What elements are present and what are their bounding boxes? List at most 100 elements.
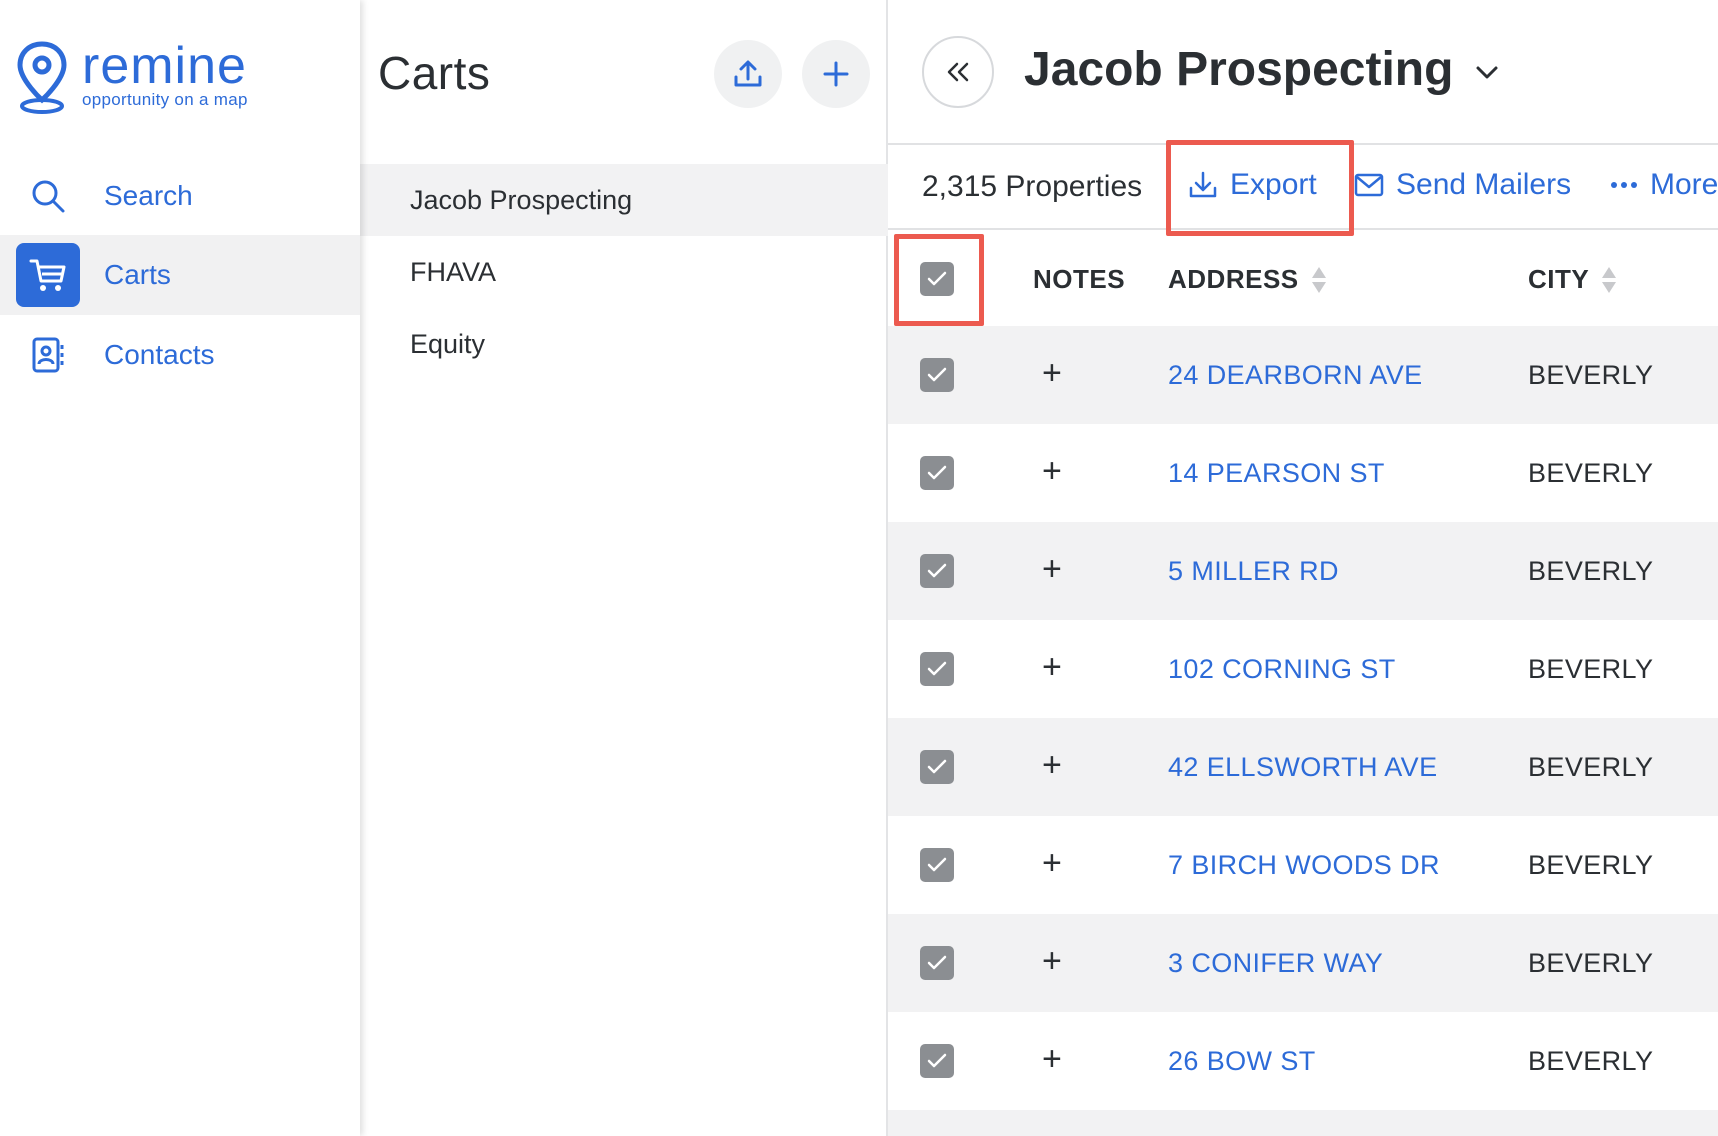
table-row[interactable]: + 7 BIRCH WOODS DR BEVERLY bbox=[888, 816, 1718, 914]
cart-item-equity[interactable]: Equity bbox=[360, 308, 888, 380]
row-checkbox[interactable] bbox=[920, 456, 954, 490]
page-title: Jacob Prospecting bbox=[1024, 43, 1454, 96]
address-link[interactable]: 3 CONIFER WAY bbox=[1168, 948, 1383, 979]
city-cell: BEVERLY bbox=[1528, 752, 1654, 782]
checkmark-icon bbox=[927, 367, 947, 382]
row-checkbox[interactable] bbox=[920, 554, 954, 588]
address-link[interactable]: 102 CORNING ST bbox=[1168, 654, 1396, 685]
add-note-button[interactable]: + bbox=[1042, 650, 1062, 684]
add-note-button[interactable]: + bbox=[1042, 944, 1062, 978]
nav-item-search[interactable]: Search bbox=[0, 156, 360, 236]
sort-icon bbox=[1311, 266, 1326, 293]
brand-name: remine bbox=[82, 37, 247, 95]
nav-item-contacts[interactable]: Contacts bbox=[0, 315, 360, 395]
city-cell: BEVERLY bbox=[1528, 360, 1654, 390]
add-note-button[interactable]: + bbox=[1042, 356, 1062, 390]
table-row[interactable]: + 3 CONIFER WAY BEVERLY bbox=[888, 914, 1718, 1012]
table-header: NOTES ADDRESS CITY bbox=[888, 230, 1718, 326]
cart-icon bbox=[16, 243, 80, 307]
address-link[interactable]: 5 MILLER RD bbox=[1168, 556, 1339, 587]
address-link[interactable]: 14 PEARSON ST bbox=[1168, 458, 1385, 489]
sidebar-nav: remine opportunity on a map Search Carts… bbox=[0, 0, 360, 1136]
map-pin-logo-icon bbox=[17, 41, 67, 114]
add-note-button[interactable]: + bbox=[1042, 1042, 1062, 1076]
table-row[interactable]: + 14 PEARSON ST BEVERLY bbox=[888, 424, 1718, 522]
column-header-label: ADDRESS bbox=[1168, 264, 1299, 294]
table-row[interactable]: + 24 DEARBORN AVE BEVERLY bbox=[888, 326, 1718, 424]
checkmark-icon bbox=[927, 759, 947, 774]
checkmark-icon bbox=[927, 271, 947, 286]
column-header-address[interactable]: ADDRESS bbox=[1168, 264, 1327, 295]
cart-item-label: Equity bbox=[410, 328, 486, 359]
city-cell: BEVERLY bbox=[1528, 654, 1654, 684]
table-row[interactable]: + 26 BOW ST BEVERLY bbox=[888, 1012, 1718, 1110]
upload-cart-button[interactable] bbox=[714, 40, 782, 108]
column-header-label: NOTES bbox=[1033, 264, 1126, 294]
chevron-down-icon bbox=[1476, 66, 1498, 78]
add-note-button[interactable]: + bbox=[1042, 454, 1062, 488]
add-cart-button[interactable] bbox=[802, 40, 870, 108]
table-row[interactable]: + 5 MILLER RD BEVERLY bbox=[888, 522, 1718, 620]
address-link[interactable]: 7 BIRCH WOODS DR bbox=[1168, 850, 1440, 881]
address-link[interactable]: 42 ELLSWORTH AVE bbox=[1168, 752, 1438, 783]
plus-icon bbox=[823, 61, 849, 87]
cart-item-label: Jacob Prospecting bbox=[410, 184, 633, 215]
cart-item-jacob-prospecting[interactable]: Jacob Prospecting bbox=[360, 164, 888, 236]
send-mailers-label: Send Mailers bbox=[1396, 168, 1572, 201]
row-checkbox[interactable] bbox=[920, 652, 954, 686]
row-checkbox[interactable] bbox=[920, 848, 954, 882]
cart-item-label: FHAVA bbox=[410, 256, 497, 287]
add-note-button[interactable]: + bbox=[1042, 846, 1062, 880]
nav-item-label: Search bbox=[104, 180, 193, 211]
row-checkbox[interactable] bbox=[920, 750, 954, 784]
cart-detail: Jacob Prospecting 2,315 Properties Expor… bbox=[888, 0, 1718, 1136]
select-all-checkbox[interactable] bbox=[920, 262, 954, 296]
carts-title: Carts bbox=[378, 47, 491, 99]
city-cell: BEVERLY bbox=[1528, 556, 1654, 586]
add-note-button[interactable]: + bbox=[1042, 748, 1062, 782]
double-chevron-left-icon bbox=[947, 62, 969, 82]
search-icon bbox=[16, 164, 80, 228]
column-header-city[interactable]: CITY bbox=[1528, 264, 1617, 295]
more-dots-icon bbox=[1611, 182, 1637, 188]
checkmark-icon bbox=[927, 563, 947, 578]
city-cell: BEVERLY bbox=[1528, 850, 1654, 880]
brand-tagline: opportunity on a map bbox=[82, 90, 248, 109]
nav-item-label: Contacts bbox=[104, 339, 215, 370]
add-note-button[interactable]: + bbox=[1042, 552, 1062, 586]
export-highlight bbox=[1166, 140, 1354, 236]
city-cell: BEVERLY bbox=[1528, 1046, 1654, 1076]
checkmark-icon bbox=[927, 465, 947, 480]
contacts-icon bbox=[16, 323, 80, 387]
table-row bbox=[888, 1110, 1718, 1136]
nav-item-label: Carts bbox=[104, 259, 171, 290]
column-header-label: CITY bbox=[1528, 264, 1590, 294]
cart-item-fhava[interactable]: FHAVA bbox=[360, 236, 888, 308]
send-mailers-button[interactable]: Send Mailers bbox=[1354, 168, 1571, 202]
checkmark-icon bbox=[927, 857, 947, 872]
checkmark-icon bbox=[927, 661, 947, 676]
property-count: 2,315 Properties bbox=[922, 170, 1143, 203]
carts-panel: Carts Jacob Prospecting FHAVA Equity bbox=[360, 0, 888, 1136]
table-row[interactable]: + 102 CORNING ST BEVERLY bbox=[888, 620, 1718, 718]
city-cell: BEVERLY bbox=[1528, 948, 1654, 978]
cart-title-dropdown[interactable]: Jacob Prospecting bbox=[1024, 42, 1499, 97]
sort-icon bbox=[1602, 266, 1617, 293]
row-checkbox[interactable] bbox=[920, 946, 954, 980]
address-link[interactable]: 26 BOW ST bbox=[1168, 1046, 1316, 1077]
city-cell: BEVERLY bbox=[1528, 458, 1654, 488]
remine-logo[interactable]: remine opportunity on a map bbox=[14, 40, 248, 116]
mail-icon bbox=[1354, 173, 1384, 197]
table-row[interactable]: + 42 ELLSWORTH AVE BEVERLY bbox=[888, 718, 1718, 816]
collapse-panel-button[interactable] bbox=[922, 36, 994, 108]
row-checkbox[interactable] bbox=[920, 358, 954, 392]
nav-item-carts[interactable]: Carts bbox=[0, 235, 360, 315]
more-label: More bbox=[1650, 168, 1718, 201]
checkmark-icon bbox=[927, 955, 947, 970]
checkmark-icon bbox=[927, 1053, 947, 1068]
row-checkbox[interactable] bbox=[920, 1044, 954, 1078]
upload-icon bbox=[734, 60, 762, 87]
more-button[interactable]: More bbox=[1610, 168, 1718, 202]
column-header-notes: NOTES bbox=[1033, 264, 1125, 295]
address-link[interactable]: 24 DEARBORN AVE bbox=[1168, 360, 1423, 391]
